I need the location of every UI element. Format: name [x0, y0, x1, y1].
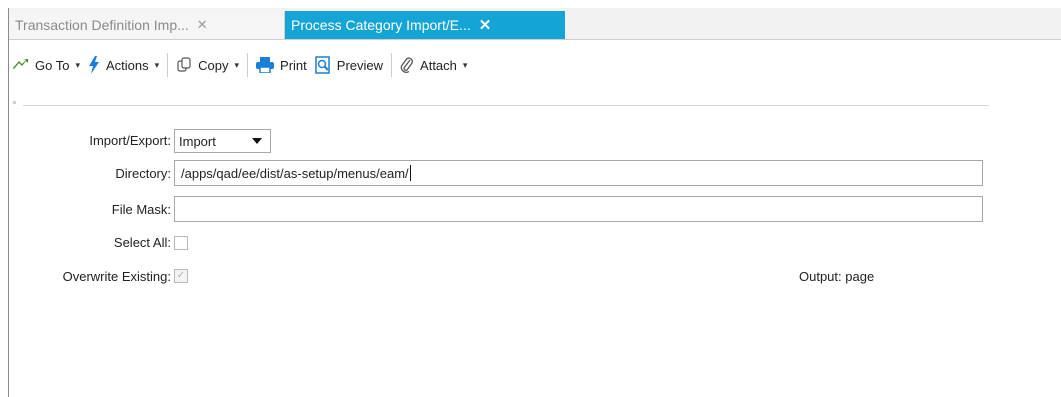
copy-button[interactable]: Copy ▾ [172, 53, 243, 77]
tab-label: Process Category Import/E... [291, 17, 471, 33]
tab-label: Transaction Definition Imp... [15, 17, 189, 33]
close-icon[interactable]: ✕ [197, 17, 208, 33]
actions-label: Actions [105, 57, 149, 73]
directory-label: Directory: [115, 166, 171, 181]
tab-process-category[interactable]: Process Category Import/E... ✕ [285, 11, 565, 39]
import-export-label: Import/Export: [89, 133, 171, 148]
goto-label: Go To [35, 57, 70, 73]
checkmark-icon: ✓ [176, 270, 186, 281]
copy-icon [176, 57, 192, 73]
goto-arrow-icon [13, 59, 29, 71]
chevron-down-icon: ▾ [154, 59, 160, 70]
select-all-checkbox[interactable] [174, 236, 188, 250]
copy-label: Copy [198, 57, 229, 73]
print-label: Print [280, 57, 307, 73]
lightning-icon [88, 56, 100, 74]
import-export-value: Import [179, 133, 216, 149]
form-divider [23, 105, 989, 106]
toolbar-separator [247, 53, 249, 77]
goto-button[interactable]: Go To ▾ [9, 53, 84, 77]
toolbar-separator [167, 53, 169, 77]
chevron-down-icon[interactable] [252, 138, 262, 144]
select-all-label: Select All: [113, 235, 171, 250]
import-export-select[interactable]: Import [174, 129, 271, 153]
toolbar-separator [391, 53, 393, 77]
tab-transaction-definition[interactable]: Transaction Definition Imp... ✕ [9, 11, 285, 39]
output-value: page [845, 269, 875, 284]
attach-label: Attach [420, 57, 457, 73]
paperclip-icon [400, 56, 414, 74]
toolbar: Go To ▾ Actions ▾ Copy ▾ Print Preview A… [9, 48, 1061, 82]
directory-input[interactable]: /apps/qad/ee/dist/as-setup/menus/eam/ [174, 160, 983, 186]
output-label: Output: [799, 269, 842, 284]
preview-label: Preview [336, 57, 384, 73]
decoration [13, 101, 16, 104]
chevron-down-icon: ▾ [462, 59, 468, 70]
close-icon[interactable]: ✕ [479, 16, 492, 34]
actions-button[interactable]: Actions ▾ [84, 53, 163, 77]
app-window: Transaction Definition Imp... ✕ Process … [8, 8, 1061, 397]
file-mask-label: File Mask: [111, 202, 171, 217]
chevron-down-icon: ▾ [75, 59, 80, 70]
output-info: Output: page [799, 269, 874, 284]
overwrite-existing-label: Overwrite Existing: [62, 269, 171, 284]
file-mask-input[interactable] [174, 196, 983, 222]
printer-icon [256, 57, 275, 73]
attach-button[interactable]: Attach ▾ [396, 53, 471, 77]
text-cursor [409, 165, 411, 181]
preview-icon [315, 56, 331, 74]
preview-button[interactable]: Preview [311, 53, 387, 77]
directory-value: /apps/qad/ee/dist/as-setup/menus/eam/ [181, 165, 409, 181]
tab-bar: Transaction Definition Imp... ✕ Process … [9, 8, 1061, 40]
print-button[interactable]: Print [252, 53, 311, 77]
overwrite-existing-checkbox[interactable]: ✓ [174, 269, 188, 283]
chevron-down-icon: ▾ [234, 59, 240, 70]
